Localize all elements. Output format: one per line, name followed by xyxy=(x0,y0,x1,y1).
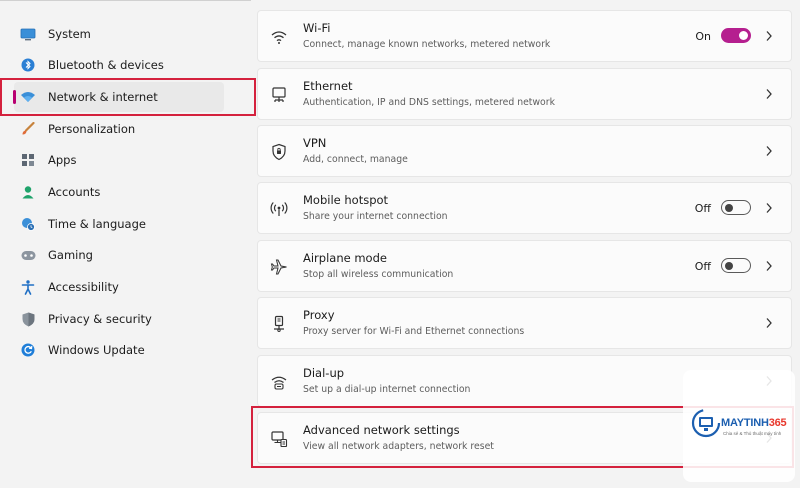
sidebar-item-label: Bluetooth & devices xyxy=(48,58,164,72)
globe-clock-icon xyxy=(20,216,36,232)
toggle-state-label: Off xyxy=(694,260,711,273)
sidebar-item-label: Gaming xyxy=(48,248,93,262)
sidebar-item-label: Privacy & security xyxy=(48,312,152,326)
sidebar-item-label: Apps xyxy=(48,153,77,167)
card-subtitle: Add, connect, manage xyxy=(303,154,408,165)
watermark-tagline: Chia sẻ & Thủ thuật máy tính xyxy=(723,431,782,436)
sidebar-top-divider xyxy=(0,0,251,1)
dialup-icon xyxy=(271,376,287,390)
sidebar-item-privacy-security[interactable]: Privacy & security xyxy=(14,304,224,334)
watermark-brand: MAYTINH365 xyxy=(721,417,787,429)
person-icon xyxy=(20,184,36,200)
settings-sidebar: System Bluetooth & devices Network & int… xyxy=(0,0,255,488)
card-title: Airplane mode xyxy=(303,251,387,265)
chevron-right-icon xyxy=(766,261,772,271)
shield-icon xyxy=(20,311,36,327)
toggle-state-label: Off xyxy=(694,202,711,215)
card-title: Dial-up xyxy=(303,366,345,380)
sidebar-item-network[interactable]: Network & internet xyxy=(13,82,224,112)
card-title: Proxy xyxy=(303,308,335,322)
sidebar-item-label: Time & language xyxy=(48,217,146,231)
sidebar-item-label: Personalization xyxy=(48,122,136,136)
bluetooth-icon xyxy=(20,57,36,73)
proxy-card[interactable]: Proxy Proxy server for Wi-Fi and Etherne… xyxy=(257,297,792,349)
card-title: Ethernet xyxy=(303,79,353,93)
network-adapter-icon xyxy=(271,431,288,448)
card-subtitle: Connect, manage known networks, metered … xyxy=(303,39,551,50)
sidebar-item-gaming[interactable]: Gaming xyxy=(14,240,224,270)
brush-icon xyxy=(20,121,36,137)
card-subtitle: Share your internet connection xyxy=(303,211,448,222)
sidebar-item-label: Network & internet xyxy=(48,90,158,104)
proxy-icon xyxy=(274,315,284,333)
card-title: VPN xyxy=(303,136,327,150)
chevron-right-icon xyxy=(766,31,772,41)
wifi-card[interactable]: Wi-Fi Connect, manage known networks, me… xyxy=(257,10,792,62)
watermark: MAYTINH365 Chia sẻ & Thủ thuật máy tính xyxy=(683,370,795,482)
airplane-icon xyxy=(270,259,287,275)
vpn-shield-icon xyxy=(272,143,286,161)
chevron-right-icon xyxy=(766,318,772,328)
sidebar-item-windows-update[interactable]: Windows Update xyxy=(14,335,224,365)
card-subtitle: Authentication, IP and DNS settings, met… xyxy=(303,97,555,108)
sidebar-item-personalization[interactable]: Personalization xyxy=(14,114,224,144)
apps-icon xyxy=(20,152,36,168)
sidebar-item-label: Accounts xyxy=(48,185,101,199)
card-subtitle: Set up a dial-up internet connection xyxy=(303,384,471,395)
sidebar-item-label: Accessibility xyxy=(48,280,119,294)
chevron-right-icon xyxy=(766,89,772,99)
ethernet-icon xyxy=(272,87,286,102)
chevron-right-icon xyxy=(766,203,772,213)
sidebar-item-apps[interactable]: Apps xyxy=(14,145,224,175)
wifi-icon xyxy=(271,31,287,44)
card-subtitle: Proxy server for Wi-Fi and Ethernet conn… xyxy=(303,326,525,337)
sidebar-item-accounts[interactable]: Accounts xyxy=(14,177,224,207)
update-icon xyxy=(20,342,36,358)
mobile-hotspot-card[interactable]: Mobile hotspot Share your internet conne… xyxy=(257,182,792,234)
card-title: Wi-Fi xyxy=(303,21,331,35)
accessibility-icon xyxy=(20,279,36,295)
toggle-state-label: On xyxy=(695,30,711,43)
ethernet-card[interactable]: Ethernet Authentication, IP and DNS sett… xyxy=(257,68,792,120)
card-subtitle: Stop all wireless communication xyxy=(303,269,454,280)
sidebar-item-label: System xyxy=(48,27,91,41)
maytinh365-logo-icon xyxy=(691,408,721,438)
sidebar-item-system[interactable]: System xyxy=(14,19,224,49)
sidebar-item-accessibility[interactable]: Accessibility xyxy=(14,272,224,302)
airplane-mode-card[interactable]: Airplane mode Stop all wireless communic… xyxy=(257,240,792,292)
watermark-brand-text: MAYTINH xyxy=(721,417,769,429)
active-indicator xyxy=(13,90,16,104)
sidebar-item-time-language[interactable]: Time & language xyxy=(14,209,224,239)
watermark-brand-number: 365 xyxy=(768,417,787,429)
mobile-hotspot-toggle[interactable] xyxy=(721,200,751,215)
hotspot-icon xyxy=(270,202,288,216)
monitor-icon xyxy=(20,26,36,42)
wifi-icon xyxy=(20,89,36,105)
card-title: Mobile hotspot xyxy=(303,193,389,207)
card-title: Advanced network settings xyxy=(303,423,460,437)
airplane-mode-toggle[interactable] xyxy=(721,258,751,273)
chevron-right-icon xyxy=(766,146,772,156)
sidebar-item-bluetooth[interactable]: Bluetooth & devices xyxy=(14,50,224,80)
sidebar-item-label: Windows Update xyxy=(48,343,145,357)
card-subtitle: View all network adapters, network reset xyxy=(303,441,494,452)
vpn-card[interactable]: VPN Add, connect, manage xyxy=(257,125,792,177)
wifi-toggle[interactable] xyxy=(721,28,751,43)
gamepad-icon xyxy=(20,247,36,263)
